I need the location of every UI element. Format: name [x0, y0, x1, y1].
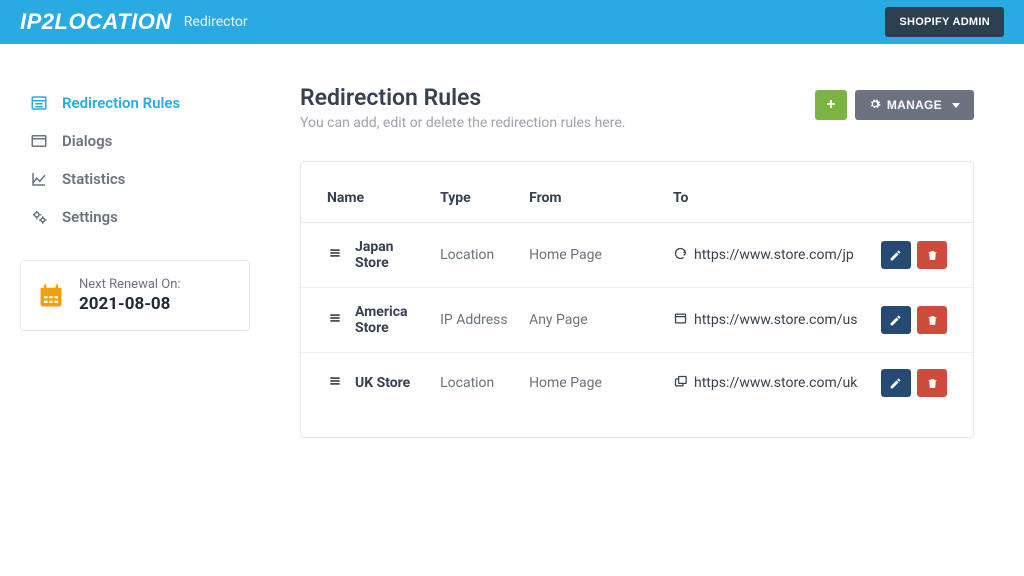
rule-to: https://www.store.com/uk [694, 375, 857, 391]
add-rule-button[interactable]: + [815, 90, 847, 120]
page-title: Redirection Rules [300, 84, 625, 111]
rule-name: Japan Store [355, 239, 420, 271]
col-type: Type [430, 174, 519, 223]
rule-to: https://www.store.com/jp [694, 247, 854, 263]
delete-rule-button[interactable] [917, 369, 947, 397]
content-header: Redirection Rules You can add, edit or d… [270, 84, 1004, 151]
drag-handle-icon[interactable] [327, 374, 343, 392]
rules-table-card: Name Type From To Japan Store Location H… [300, 161, 974, 438]
rule-name: America Store [355, 304, 420, 336]
list-alt-icon [30, 94, 48, 112]
page-icon [673, 311, 688, 330]
renewal-label: Next Renewal On: [79, 277, 181, 292]
manage-button[interactable]: MANAGE [855, 90, 974, 120]
content-area: Redirection Rules You can add, edit or d… [270, 84, 1004, 438]
page-description: You can add, edit or delete the redirect… [300, 115, 625, 131]
manage-button-label: MANAGE [887, 98, 942, 112]
rule-from: Home Page [519, 223, 663, 288]
col-to: To [663, 174, 867, 223]
col-from: From [519, 174, 663, 223]
sidebar-item-dialogs[interactable]: Dialogs [20, 122, 250, 160]
gears-icon [30, 208, 48, 226]
chevron-down-icon [952, 103, 960, 108]
rule-type: Location [430, 353, 519, 414]
gear-icon [869, 98, 881, 113]
edit-rule-button[interactable] [881, 369, 911, 397]
sidebar-item-settings[interactable]: Settings [20, 198, 250, 236]
col-actions [867, 174, 973, 223]
sidebar: Redirection Rules Dialogs Statistics Set… [20, 84, 250, 438]
app-header: IP2LOCATION Redirector SHOPIFY ADMIN [0, 0, 1024, 44]
rule-type: IP Address [430, 288, 519, 353]
sidebar-item-statistics[interactable]: Statistics [20, 160, 250, 198]
table-row: Japan Store Location Home Page https://w… [301, 223, 973, 288]
edit-rule-button[interactable] [881, 306, 911, 334]
rule-from: Any Page [519, 288, 663, 353]
shopify-admin-button[interactable]: SHOPIFY ADMIN [885, 7, 1004, 37]
delete-rule-button[interactable] [917, 241, 947, 269]
sidebar-item-redirection-rules[interactable]: Redirection Rules [20, 84, 250, 122]
table-header-row: Name Type From To [301, 174, 973, 223]
window-icon [30, 132, 48, 150]
edit-rule-button[interactable] [881, 241, 911, 269]
sidebar-nav: Redirection Rules Dialogs Statistics Set… [20, 84, 250, 236]
rule-name: UK Store [355, 375, 410, 391]
sidebar-item-label: Dialogs [62, 132, 112, 150]
calendar-icon [37, 282, 65, 310]
app-subtitle: Redirector [184, 14, 248, 30]
rules-table: Name Type From To Japan Store Location H… [301, 174, 973, 413]
redirect-icon [673, 246, 688, 265]
renewal-date: 2021-08-08 [79, 294, 181, 314]
popup-icon [673, 374, 688, 393]
main-container: Redirection Rules Dialogs Statistics Set… [0, 44, 1024, 458]
table-row: America Store IP Address Any Page https:… [301, 288, 973, 353]
app-logo: IP2LOCATION [20, 9, 172, 35]
sidebar-item-label: Statistics [62, 170, 125, 188]
col-name: Name [301, 174, 430, 223]
rule-from: Home Page [519, 353, 663, 414]
plus-icon: + [826, 96, 835, 114]
table-row: UK Store Location Home Page https://www.… [301, 353, 973, 414]
rule-type: Location [430, 223, 519, 288]
renewal-card: Next Renewal On: 2021-08-08 [20, 260, 250, 331]
drag-handle-icon[interactable] [327, 246, 343, 264]
sidebar-item-label: Redirection Rules [62, 94, 180, 112]
chart-icon [30, 170, 48, 188]
delete-rule-button[interactable] [917, 306, 947, 334]
sidebar-item-label: Settings [62, 208, 118, 226]
rule-to: https://www.store.com/us [694, 312, 857, 328]
drag-handle-icon[interactable] [327, 311, 343, 329]
